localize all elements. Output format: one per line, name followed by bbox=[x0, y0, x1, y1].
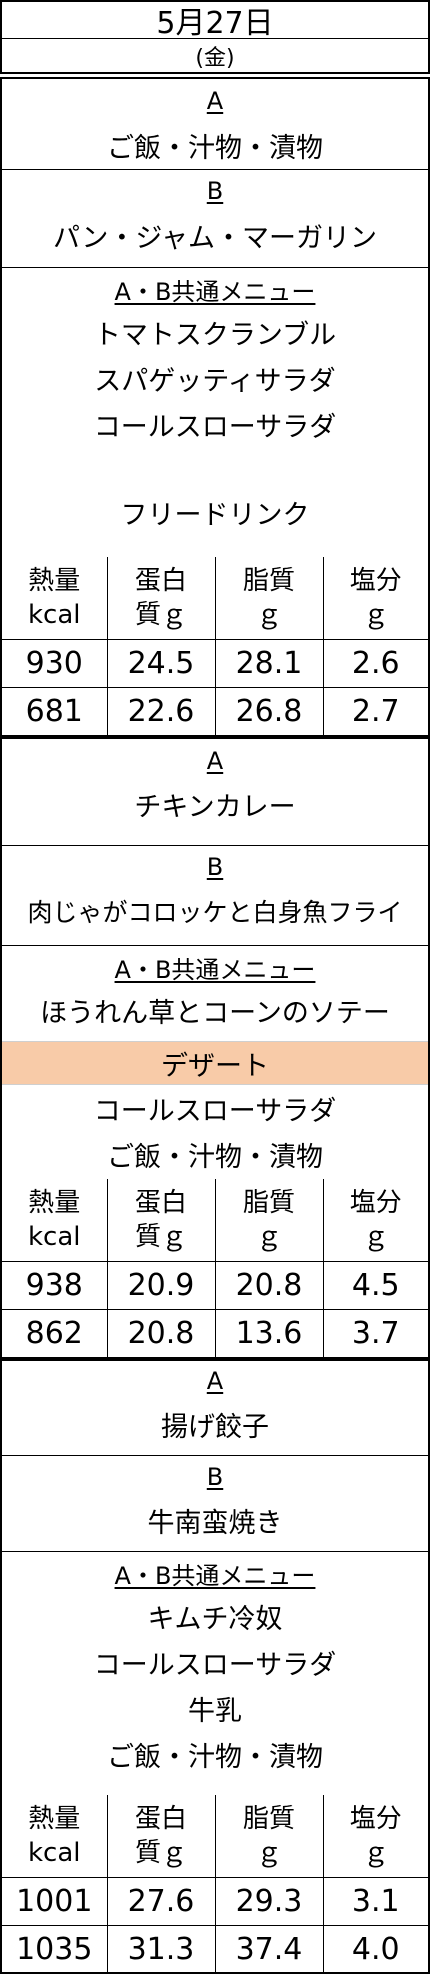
dinner-common-label: A・B共通メニュー bbox=[114, 1561, 316, 1590]
salt-value: 2.6 bbox=[322, 639, 428, 688]
energy-header: 熱量 kcal bbox=[2, 557, 108, 640]
protein-value: 24.5 bbox=[106, 639, 216, 688]
breakfast-nutrition-table: 熱量 kcal 蛋白 質ｇ 脂質 ｇ 塩分 ｇ 930 24.5 28.1 2.6 68… bbox=[2, 557, 428, 736]
fat-header: 脂質 ｇ bbox=[214, 1795, 324, 1878]
salt-value: 2.7 bbox=[322, 687, 428, 736]
nutrition-row-a: 938 20.9 20.8 4.5 bbox=[2, 1261, 428, 1310]
energy-header: 熱量 kcal bbox=[2, 1795, 108, 1878]
dinner-common-item: キムチ冷奴 bbox=[147, 1603, 283, 1635]
dinner-b-item: 牛南蛮焼き bbox=[147, 1507, 283, 1539]
salt-value: 3.1 bbox=[322, 1877, 428, 1926]
protein-value: 20.8 bbox=[106, 1309, 216, 1358]
nutrition-header-row: 熱量 kcal 蛋白 質ｇ 脂質 ｇ 塩分 ｇ bbox=[2, 557, 428, 640]
breakfast-common-item: トマトスクランブル bbox=[93, 319, 337, 351]
energy-value: 681 bbox=[2, 687, 108, 736]
fat-value: 26.8 bbox=[214, 687, 324, 736]
protein-header: 蛋白 質ｇ bbox=[106, 1795, 216, 1878]
breakfast-a-label: A bbox=[206, 87, 224, 115]
protein-value: 31.3 bbox=[106, 1925, 216, 1974]
lunch-nutrition-table: 熱量 kcal 蛋白 質ｇ 脂質 ｇ 塩分 ｇ 938 20.9 20.8 4.5 86… bbox=[2, 1179, 428, 1358]
lunch-common-item: ほうれん草とコーンのソテー bbox=[40, 997, 390, 1029]
dinner-common-item: ご飯・汁物・漬物 bbox=[107, 1741, 323, 1773]
dinner-nutrition-table: 熱量 kcal 蛋白 質ｇ 脂質 ｇ 塩分 ｇ 1001 27.6 29.3 3.1 1… bbox=[2, 1795, 428, 1974]
lunch-a-label: A bbox=[206, 747, 224, 775]
energy-value: 1001 bbox=[2, 1877, 108, 1926]
dinner-a-item: 揚げ餃子 bbox=[161, 1411, 269, 1443]
salt-header: 塩分 ｇ bbox=[322, 557, 428, 640]
lunch-a-item: チキンカレー bbox=[134, 791, 296, 823]
lunch-dessert-item: ご飯・汁物・漬物 bbox=[107, 1141, 323, 1173]
nutrition-row-a: 930 24.5 28.1 2.6 bbox=[2, 639, 428, 688]
protein-value: 20.9 bbox=[106, 1261, 216, 1310]
salt-header: 塩分 ｇ bbox=[322, 1179, 428, 1262]
energy-value: 930 bbox=[2, 639, 108, 688]
dinner-a-label: A bbox=[206, 1367, 224, 1395]
fat-value: 13.6 bbox=[214, 1309, 324, 1358]
dinner-b-label: B bbox=[206, 1463, 224, 1491]
fat-value: 29.3 bbox=[214, 1877, 324, 1926]
breakfast-common-item: フリードリンク bbox=[120, 499, 310, 531]
menu-body: A ご飯・汁物・漬物 B パン・ジャム・マーガリン A・B共通メニュー トマトス… bbox=[0, 77, 430, 1974]
fat-value: 37.4 bbox=[214, 1925, 324, 1974]
breakfast-b-item: パン・ジャム・マーガリン bbox=[53, 222, 377, 254]
energy-value: 938 bbox=[2, 1261, 108, 1310]
menu-sheet: 5月27日 (金) A ご飯・汁物・漬物 B パン・ジャム・マーガリン A・B共… bbox=[0, 0, 430, 1974]
salt-value: 4.5 bbox=[322, 1261, 428, 1310]
dinner-common-item: 牛乳 bbox=[188, 1695, 242, 1727]
breakfast-common-item: スパゲッティサラダ bbox=[94, 365, 336, 397]
fat-header: 脂質 ｇ bbox=[214, 1179, 324, 1262]
nutrition-row-b: 1035 31.3 37.4 4.0 bbox=[2, 1925, 428, 1974]
date-header: 5月27日 (金) bbox=[0, 0, 430, 74]
nutrition-row-b: 681 22.6 26.8 2.7 bbox=[2, 687, 428, 736]
breakfast-b-label: B bbox=[206, 177, 224, 205]
nutrition-header-row: 熱量 kcal 蛋白 質ｇ 脂質 ｇ 塩分 ｇ bbox=[2, 1795, 428, 1878]
breakfast-a-item: ご飯・汁物・漬物 bbox=[107, 132, 323, 164]
energy-value: 862 bbox=[2, 1309, 108, 1358]
lunch-dessert-item: コールスローサラダ bbox=[93, 1095, 337, 1127]
salt-value: 4.0 bbox=[322, 1925, 428, 1974]
fat-value: 20.8 bbox=[214, 1261, 324, 1310]
weekday: (金) bbox=[195, 45, 235, 71]
nutrition-header-row: 熱量 kcal 蛋白 質ｇ 脂質 ｇ 塩分 ｇ bbox=[2, 1179, 428, 1262]
salt-value: 3.7 bbox=[322, 1309, 428, 1358]
lunch-b-item: 肉じゃがコロッケと白身魚フライ bbox=[27, 898, 403, 927]
energy-header: 熱量 kcal bbox=[2, 1179, 108, 1262]
lunch-b-label: B bbox=[206, 853, 224, 881]
lunch-common-label: A・B共通メニュー bbox=[114, 955, 316, 984]
date: 5月27日 bbox=[156, 6, 274, 41]
protein-header: 蛋白 質ｇ bbox=[106, 1179, 216, 1262]
nutrition-row-a: 1001 27.6 29.3 3.1 bbox=[2, 1877, 428, 1926]
dessert-band: デザート bbox=[2, 1041, 428, 1085]
protein-value: 22.6 bbox=[106, 687, 216, 736]
breakfast-common-label: A・B共通メニュー bbox=[114, 277, 316, 306]
salt-header: 塩分 ｇ bbox=[322, 1795, 428, 1878]
fat-header: 脂質 ｇ bbox=[214, 557, 324, 640]
energy-value: 1035 bbox=[2, 1925, 108, 1974]
nutrition-row-b: 862 20.8 13.6 3.7 bbox=[2, 1309, 428, 1358]
dinner-common-item: コールスローサラダ bbox=[93, 1649, 337, 1681]
protein-header: 蛋白 質ｇ bbox=[106, 557, 216, 640]
breakfast-common-item: コールスローサラダ bbox=[93, 411, 337, 443]
protein-value: 27.6 bbox=[106, 1877, 216, 1926]
fat-value: 28.1 bbox=[214, 639, 324, 688]
